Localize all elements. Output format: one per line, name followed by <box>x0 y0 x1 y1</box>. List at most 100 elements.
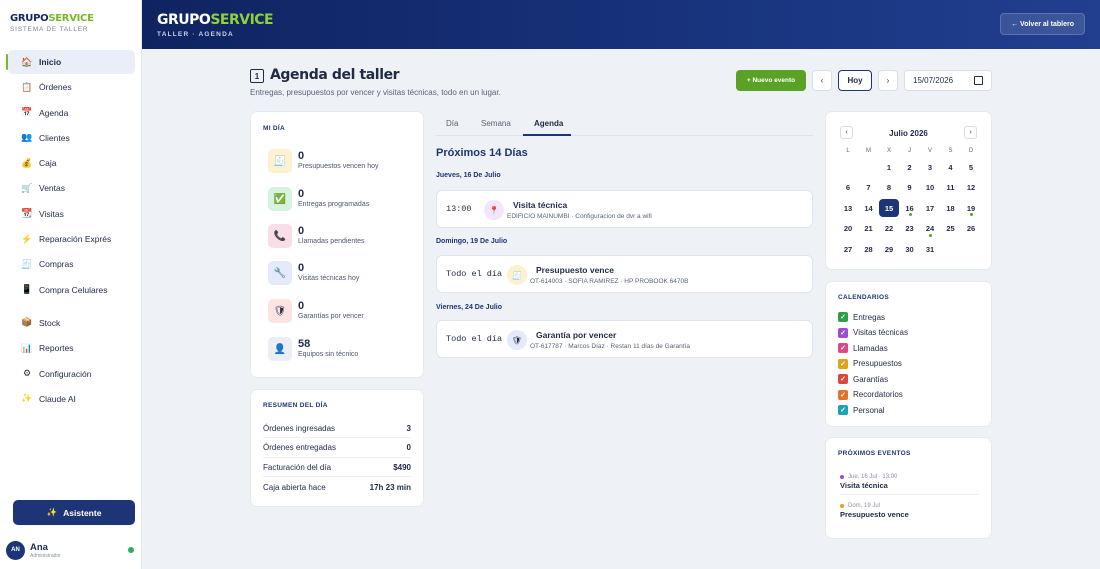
user-profile[interactable]: AN Ana Administrador <box>6 540 136 560</box>
sidebar-item-compra-celulares[interactable]: 📱 Compra Celulares <box>8 278 135 302</box>
calendar-filter-2[interactable]: ✓ Visitas técnicas <box>838 327 908 338</box>
day-cell-24[interactable]: 24 <box>920 220 940 238</box>
brand-logo[interactable]: GRUPOSERVICE SISTEMA DE TALLER <box>10 13 94 33</box>
day-cell-28[interactable]: 28 <box>859 240 879 258</box>
sidebar-item-configuracion[interactable]: ⚙ Configuración <box>8 362 135 386</box>
sidebar-item-reparacion-expres[interactable]: ⚡ Reparación Exprés <box>8 227 135 251</box>
brand-name-a: GRUPO <box>10 13 49 24</box>
checkbox-checked-icon[interactable]: ✓ <box>838 312 848 322</box>
sidebar-item-ventas[interactable]: 🛒 Ventas <box>8 176 135 200</box>
calendar-filter-1[interactable]: ✓ Entregas <box>838 312 885 322</box>
stat-value: 0 <box>298 188 305 200</box>
day-cell-29[interactable]: 29 <box>879 240 899 258</box>
checkbox-checked-icon[interactable]: ✓ <box>838 374 848 384</box>
date-input[interactable]: 15/07/2026 <box>904 70 992 91</box>
agenda-event[interactable]: Todo el día 🧾 Presupuesto vence OT-614003 ·… <box>436 255 813 293</box>
day-cell-23[interactable]: 23 <box>900 220 920 238</box>
upcoming-event-meta: Dom, 19 Jul <box>840 503 979 509</box>
day-cell-19[interactable]: 19 <box>961 199 981 217</box>
day-cell-7[interactable]: 7 <box>859 179 879 197</box>
day-cell-21[interactable]: 21 <box>859 220 879 238</box>
day-cell-18[interactable]: 18 <box>941 199 961 217</box>
day-cell-8[interactable]: 8 <box>879 179 899 197</box>
calendar-filter-6[interactable]: ✓ Recordatorios <box>838 389 903 400</box>
tab-dia[interactable]: Día <box>446 119 458 128</box>
day-cell-3[interactable]: 3 <box>920 158 940 176</box>
gear-icon: ⚙ <box>22 368 32 379</box>
day-cell-15[interactable]: 15 <box>879 199 899 217</box>
sidebar-item-agenda[interactable]: 📅 Agenda <box>8 101 135 125</box>
upcoming-event-item[interactable]: Jue, 16 Jul · 13:00 Visita técnica <box>840 474 979 495</box>
phone-icon: 📱 <box>21 284 33 295</box>
day-cell-5[interactable]: 5 <box>961 158 981 176</box>
assistant-label: Asistente <box>63 507 102 518</box>
event-time: 13:00 <box>446 204 472 214</box>
calendar-picker-icon[interactable] <box>974 76 983 85</box>
checkbox-checked-icon[interactable]: ✓ <box>838 358 848 369</box>
sidebar-item-visitas[interactable]: 📆 Visitas <box>8 202 135 226</box>
day-number: 12 <box>966 183 976 192</box>
day-number: 7 <box>866 183 871 192</box>
checkbox-checked-icon[interactable]: ✓ <box>838 327 848 338</box>
day-cell-6[interactable]: 6 <box>838 179 858 197</box>
today-button[interactable]: Hoy <box>838 70 872 91</box>
agenda-day-header: Domingo, 19 De Julio <box>436 238 508 245</box>
mini-cal-next-button[interactable]: › <box>964 126 977 139</box>
day-cell-12[interactable]: 12 <box>961 179 981 197</box>
day-number: 29 <box>884 244 894 254</box>
prev-period-button[interactable]: ‹ <box>812 70 832 91</box>
stat-label: Llamadas pendientes <box>298 238 365 245</box>
day-cell-16[interactable]: 16 <box>900 199 920 217</box>
sidebar-item-inicio[interactable]: 🏠 Inicio <box>6 50 135 74</box>
day-cell-1[interactable]: 1 <box>879 158 899 176</box>
next-period-button[interactable]: › <box>878 70 898 91</box>
calendar-filter-4[interactable]: ✓ Presupuestos <box>838 358 902 369</box>
day-cell-10[interactable]: 10 <box>920 179 940 197</box>
weekday-label: L <box>846 148 850 154</box>
sidebar-item-claude-ai[interactable]: ✨ Claude AI <box>8 387 135 411</box>
day-cell-27[interactable]: 27 <box>838 240 858 258</box>
back-to-dashboard-button[interactable]: ← Volver al tablero <box>1000 13 1085 35</box>
day-cell-11[interactable]: 11 <box>941 179 961 197</box>
new-event-button[interactable]: + Nuevo evento <box>736 70 806 91</box>
day-cell-30[interactable]: 30 <box>900 240 920 258</box>
calendar-filter-3[interactable]: ✓ Llamadas <box>838 343 888 353</box>
agenda-event[interactable]: 13:00 📍 Visita técnica EDIFICIO MAINUMBI · … <box>436 190 813 228</box>
mi-dia-card: MI DÍA 🧾 0 Presupuestos vencen hoy ✅ 0 Entreg… <box>250 111 424 378</box>
sidebar-item-compras[interactable]: 🧾 Compras <box>8 252 135 276</box>
day-number: 22 <box>884 224 894 233</box>
day-cell-13[interactable]: 13 <box>838 199 858 217</box>
day-cell-4[interactable]: 4 <box>941 158 961 176</box>
sidebar-item-ordenes[interactable]: 📋 Órdenes <box>8 75 135 99</box>
day-cell-9[interactable]: 9 <box>900 179 920 197</box>
day-cell-2[interactable]: 2 <box>900 158 920 176</box>
day-cell-17[interactable]: 17 <box>920 199 940 217</box>
checkbox-checked-icon[interactable]: ✓ <box>838 343 848 353</box>
sidebar-item-stock[interactable]: 📦 Stock <box>8 311 135 335</box>
checkbox-checked-icon[interactable]: ✓ <box>838 389 848 400</box>
day-cell-14[interactable]: 14 <box>859 199 879 217</box>
calendar-filter-label: Llamadas <box>853 343 888 353</box>
day-number: 25 <box>946 224 955 233</box>
stat-value: 0 <box>298 225 305 237</box>
day-cell-22[interactable]: 22 <box>879 220 899 238</box>
day-number: 14 <box>864 203 873 213</box>
assistant-button[interactable]: ✨ Asistente <box>13 500 135 525</box>
calendar-filter-7[interactable]: ✓ Personal <box>838 405 885 415</box>
day-number: 20 <box>843 224 853 233</box>
day-cell-20[interactable]: 20 <box>838 220 858 238</box>
calendar-filter-5[interactable]: ✓ Garantías <box>838 374 888 384</box>
sidebar-item-caja[interactable]: 💰 Caja <box>8 151 135 175</box>
sidebar-item-label: Órdenes <box>39 82 72 93</box>
day-cell-25[interactable]: 25 <box>941 220 961 238</box>
sidebar-item-reportes[interactable]: 📊 Reportes <box>8 336 135 360</box>
tab-semana[interactable]: Semana <box>481 119 511 128</box>
checkbox-checked-icon[interactable]: ✓ <box>838 405 848 415</box>
header-title-b: SERVICE <box>210 12 274 28</box>
day-cell-31[interactable]: 31 <box>920 240 940 258</box>
tab-agenda[interactable]: Agenda <box>534 119 563 128</box>
upcoming-event-item[interactable]: Dom, 19 Jul Presupuesto vence <box>840 503 979 519</box>
agenda-event[interactable]: Todo el día 🛡 Garantía por vencer OT-617787… <box>436 320 813 358</box>
sidebar-item-clientes[interactable]: 👥 Clientes <box>8 126 135 150</box>
day-cell-26[interactable]: 26 <box>961 220 981 238</box>
